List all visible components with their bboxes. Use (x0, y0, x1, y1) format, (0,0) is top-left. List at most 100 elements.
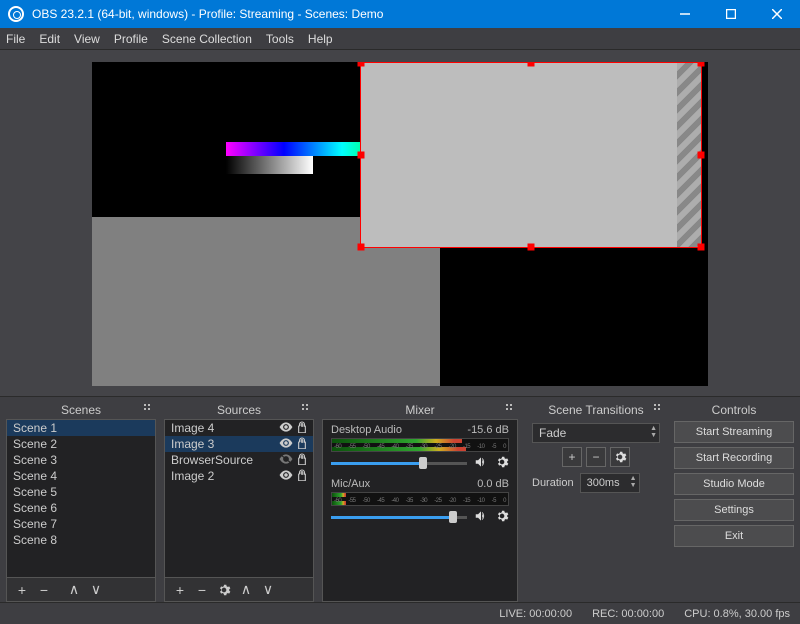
menu-help[interactable]: Help (308, 32, 333, 46)
grip-icon[interactable] (302, 404, 312, 414)
titlebar[interactable]: OBS 23.2.1 (64-bit, windows) - Profile: … (0, 0, 800, 28)
scenes-title: Scenes (61, 403, 101, 417)
speaker-icon[interactable] (473, 509, 489, 526)
scene-add-button[interactable]: + (11, 579, 33, 601)
transition-settings-button[interactable] (610, 447, 630, 467)
visibility-icon[interactable] (279, 469, 293, 484)
volume-slider[interactable] (331, 462, 467, 465)
source-item[interactable]: Image 2 (165, 468, 313, 484)
close-button[interactable] (754, 0, 800, 28)
volume-meter: -60-55-50-45-40-35-30-25-20-15-10-50 (331, 492, 509, 506)
menu-view[interactable]: View (74, 32, 100, 46)
scene-item[interactable]: Scene 1 (7, 420, 155, 436)
visibility-icon[interactable] (279, 437, 293, 452)
transition-remove-button[interactable]: − (586, 447, 606, 467)
studio-mode-button[interactable]: Studio Mode (674, 473, 794, 495)
statusbar: LIVE: 00:00:00 REC: 00:00:00 CPU: 0.8%, … (0, 602, 800, 624)
mixer-db: -15.6 dB (467, 424, 509, 436)
scene-remove-button[interactable]: − (33, 579, 55, 601)
source-down-button[interactable]: ∨ (257, 579, 279, 601)
window-title: OBS 23.2.1 (64-bit, windows) - Profile: … (32, 7, 383, 21)
maximize-button[interactable] (708, 0, 754, 28)
sources-panel: Sources Image 4Image 3BrowserSourceImage… (164, 401, 314, 602)
menu-scene-collection[interactable]: Scene Collection (162, 32, 252, 46)
scene-item[interactable]: Scene 7 (7, 516, 155, 532)
menu-profile[interactable]: Profile (114, 32, 148, 46)
settings-button[interactable]: Settings (674, 499, 794, 521)
scene-item[interactable]: Scene 2 (7, 436, 155, 452)
grip-icon[interactable] (506, 404, 516, 414)
status-cpu: CPU: 0.8%, 30.00 fps (684, 608, 790, 620)
scene-list[interactable]: Scene 1Scene 2Scene 3Scene 4Scene 5Scene… (7, 420, 155, 548)
scenes-panel: Scenes Scene 1Scene 2Scene 3Scene 4Scene… (6, 401, 156, 602)
source-settings-button[interactable] (213, 579, 235, 601)
volume-slider[interactable] (331, 516, 467, 519)
source-up-button[interactable]: ∧ (235, 579, 257, 601)
scene-item[interactable]: Scene 3 (7, 452, 155, 468)
mixer-title: Mixer (405, 403, 434, 417)
lock-icon[interactable] (297, 421, 307, 436)
preview-canvas[interactable] (92, 62, 708, 386)
scene-down-button[interactable]: ∨ (85, 579, 107, 601)
source-item[interactable]: BrowserSource (165, 452, 313, 468)
mixer-mic-aux: Mic/Aux 0.0 dB -60-55-50-45-40-35-30-25-2… (331, 478, 509, 526)
grip-icon[interactable] (144, 404, 154, 414)
duration-value: 300ms (587, 477, 620, 489)
preview-area[interactable] (0, 50, 800, 396)
bottom-panels: Scenes Scene 1Scene 2Scene 3Scene 4Scene… (0, 396, 800, 602)
transition-add-button[interactable]: + (562, 447, 582, 467)
duration-label: Duration (532, 477, 574, 489)
transition-value: Fade (539, 426, 566, 440)
mixer-db: 0.0 dB (477, 478, 509, 490)
grip-icon[interactable] (654, 404, 664, 414)
controls-title: Controls (712, 403, 757, 417)
scene-item[interactable]: Scene 8 (7, 532, 155, 548)
source-item[interactable]: Image 3 (165, 436, 313, 452)
mixer-desktop-audio: Desktop Audio -15.6 dB -60-55-50-45-40-35… (331, 424, 509, 472)
gear-icon[interactable] (495, 455, 509, 472)
menu-tools[interactable]: Tools (266, 32, 294, 46)
obs-icon (8, 6, 24, 22)
sources-title: Sources (217, 403, 261, 417)
menu-edit[interactable]: Edit (39, 32, 60, 46)
exit-button[interactable]: Exit (674, 525, 794, 547)
minimize-button[interactable] (662, 0, 708, 28)
volume-meter: -60-55-50-45-40-35-30-25-20-15-10-50 (331, 438, 509, 452)
app-window: OBS 23.2.1 (64-bit, windows) - Profile: … (0, 0, 800, 624)
source-remove-button[interactable]: − (191, 579, 213, 601)
status-rec: REC: 00:00:00 (592, 608, 664, 620)
mixer-label: Desktop Audio (331, 424, 402, 436)
gear-icon[interactable] (495, 509, 509, 526)
mixer-panel: Mixer Desktop Audio -15.6 dB -60-55-50-45… (322, 401, 518, 602)
chevron-up-icon[interactable]: ▲ (630, 475, 637, 482)
scene-up-button[interactable]: ∧ (63, 579, 85, 601)
chevron-down-icon[interactable]: ▼ (630, 482, 637, 489)
visibility-icon[interactable] (279, 421, 293, 436)
scene-item[interactable]: Scene 4 (7, 468, 155, 484)
slider-thumb[interactable] (449, 511, 457, 523)
duration-input[interactable]: 300ms ▲▼ (580, 473, 640, 493)
source-item[interactable]: Image 4 (165, 420, 313, 436)
transition-select[interactable]: Fade ▲▼ (532, 423, 660, 443)
source-add-button[interactable]: + (169, 579, 191, 601)
visibility-icon[interactable] (279, 453, 293, 468)
scene-item[interactable]: Scene 6 (7, 500, 155, 516)
slider-thumb[interactable] (419, 457, 427, 469)
chevron-up-icon[interactable]: ▲ (650, 425, 657, 432)
scene-item[interactable]: Scene 5 (7, 484, 155, 500)
speaker-icon[interactable] (473, 455, 489, 472)
transitions-title: Scene Transitions (548, 403, 643, 417)
transitions-panel: Scene Transitions Fade ▲▼ + − Duration 3… (526, 401, 666, 602)
chevron-down-icon[interactable]: ▼ (650, 432, 657, 439)
start-recording-button[interactable]: Start Recording (674, 447, 794, 469)
menu-file[interactable]: File (6, 32, 25, 46)
mixer-label: Mic/Aux (331, 478, 370, 490)
source-image-3-selection[interactable] (360, 62, 702, 248)
menubar: File Edit View Profile Scene Collection … (0, 28, 800, 50)
lock-icon[interactable] (297, 453, 307, 468)
lock-icon[interactable] (297, 437, 307, 452)
lock-icon[interactable] (297, 469, 307, 484)
start-streaming-button[interactable]: Start Streaming (674, 421, 794, 443)
source-list[interactable]: Image 4Image 3BrowserSourceImage 2 (165, 420, 313, 484)
controls-panel: Controls Start Streaming Start Recording… (674, 401, 794, 602)
